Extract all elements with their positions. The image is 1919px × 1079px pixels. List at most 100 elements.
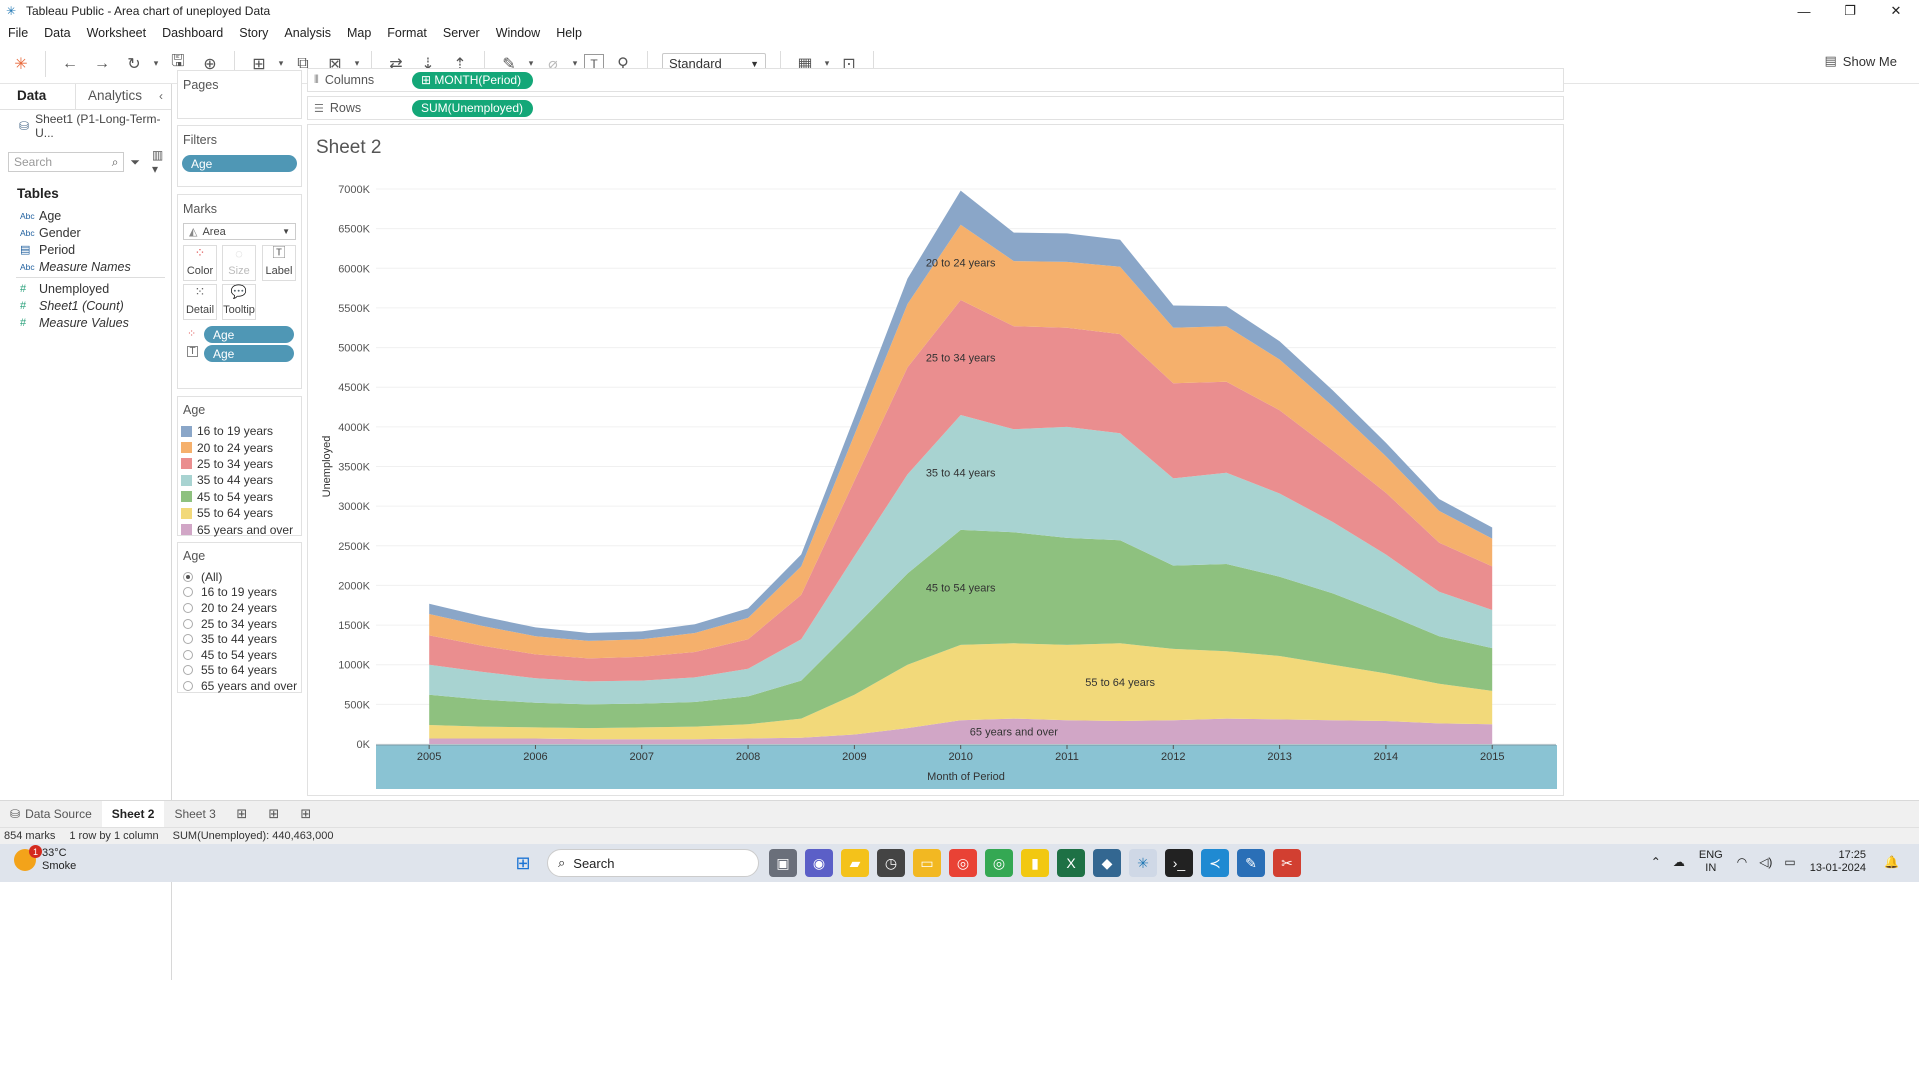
weather-widget[interactable]: 1 33°C Smoke [14, 845, 77, 873]
filter-option[interactable]: 16 to 19 years [178, 585, 301, 601]
field-measure-values[interactable]: # Measure Values [0, 314, 171, 331]
marks-color-pill-age[interactable]: Age [204, 326, 294, 343]
weather-desc: Smoke [42, 860, 77, 872]
marks-tooltip-button[interactable]: 💬 Tooltip [222, 284, 256, 320]
rows-shelf[interactable]: ☰ Rows SUM(Unemployed) [307, 96, 1564, 120]
legend-item[interactable]: 35 to 44 years [178, 472, 301, 488]
menu-window[interactable]: Window [488, 26, 548, 40]
teams-icon[interactable]: ◉ [805, 849, 833, 877]
windows-start-icon[interactable]: ⊞ [509, 849, 537, 877]
datasource-item[interactable]: ⛁ Sheet1 (P1-Long-Term-U... [0, 110, 171, 140]
menu-map[interactable]: Map [339, 26, 379, 40]
legend-item[interactable]: 16 to 19 years [178, 423, 301, 439]
undo-icon[interactable]: ← [57, 51, 83, 77]
filter-option[interactable]: 55 to 64 years [178, 663, 301, 679]
field-measure-names[interactable]: Abc Measure Names [0, 258, 171, 275]
filter-option[interactable]: (All) [178, 569, 301, 585]
battery-icon[interactable]: ▭ [1784, 855, 1795, 869]
marks-size-button[interactable]: ◌ Size [222, 245, 256, 281]
new-dashboard-tab-icon[interactable]: ⊞ [261, 801, 287, 827]
pages-card[interactable]: Pages [177, 70, 302, 119]
menu-story[interactable]: Story [231, 26, 276, 40]
legend-item[interactable]: 65 years and over [178, 521, 301, 537]
field-unemployed[interactable]: # Unemployed [0, 280, 171, 297]
postgres-icon[interactable]: ◆ [1093, 849, 1121, 877]
datasource-icon: ⛁ [10, 807, 21, 821]
language-indicator[interactable]: ENG IN [1699, 849, 1723, 875]
filter-pill-age[interactable]: Age [182, 155, 297, 172]
field-period[interactable]: ▤ Period [0, 241, 171, 258]
show-me-button[interactable]: ▤ Show Me [1825, 53, 1898, 69]
chevron-up-icon[interactable]: ⌃ [1651, 855, 1661, 869]
excel-icon[interactable]: X [1057, 849, 1085, 877]
marks-label-button[interactable]: 🅃 Label [262, 245, 296, 281]
filter-option[interactable]: 20 to 24 years [178, 600, 301, 616]
filter-fields-icon[interactable]: ⏷ [130, 155, 140, 170]
menu-file[interactable]: File [0, 26, 36, 40]
legend-item[interactable]: 55 to 64 years [178, 505, 301, 521]
task-view-icon[interactable]: ▣ [769, 849, 797, 877]
new-story-tab-icon[interactable]: ⊞ [293, 801, 319, 827]
power-bi-icon[interactable]: ▮ [1021, 849, 1049, 877]
collapse-pane-icon[interactable]: ‹ [159, 89, 163, 103]
legend-swatch [181, 474, 192, 486]
menu-data[interactable]: Data [36, 26, 78, 40]
area-chart[interactable]: 20 to 24 years 25 to 34 years 35 to 44 yea… [308, 125, 1563, 795]
file-explorer-icon[interactable]: ▭ [913, 849, 941, 877]
radio-icon [183, 571, 193, 582]
legend-item[interactable]: 20 to 24 years [178, 439, 301, 455]
tableau-taskbar-icon[interactable]: ✳ [1129, 849, 1157, 877]
filter-option[interactable]: 45 to 54 years [178, 647, 301, 663]
menu-help[interactable]: Help [548, 26, 590, 40]
field-gender[interactable]: Abc Gender [0, 224, 171, 241]
mark-type-select[interactable]: ◭ Area ▼ [183, 223, 296, 240]
menu-worksheet[interactable]: Worksheet [79, 26, 155, 40]
columns-shelf[interactable]: ⦀ Columns ⊞ MONTH(Period) [307, 68, 1564, 92]
marks-detail-button[interactable]: ⁙ Detail [183, 284, 217, 320]
new-worksheet-tab-icon[interactable]: ⊞ [229, 801, 255, 827]
taskbar-search[interactable]: ⌕ Search [547, 849, 759, 877]
field-age[interactable]: Abc Age [0, 207, 171, 224]
minimize-button[interactable]: — [1781, 0, 1827, 22]
terminal-icon[interactable]: ›_ [1165, 849, 1193, 877]
columns-pill-month-period[interactable]: ⊞ MONTH(Period) [412, 71, 533, 89]
clock[interactable]: 17:25 13-01-2024 [1810, 849, 1866, 875]
marks-color-button[interactable]: ⁘ Color [183, 245, 217, 281]
rows-pill-sum-unemployed[interactable]: SUM(Unemployed) [412, 99, 533, 117]
field-sheet1-count[interactable]: # Sheet1 (Count) [0, 297, 171, 314]
legend-item[interactable]: 45 to 54 years [178, 489, 301, 505]
tab-sheet-3[interactable]: Sheet 3 [164, 801, 225, 828]
view-options-icon[interactable]: ▥ ▾ [152, 148, 171, 176]
close-button[interactable]: ✕ [1873, 0, 1919, 22]
chrome-icon[interactable]: ◎ [949, 849, 977, 877]
tab-data[interactable]: Data [0, 84, 76, 109]
filter-option[interactable]: 35 to 44 years [178, 631, 301, 647]
tableau-home-icon[interactable]: ✳ [8, 51, 34, 77]
clock-app-icon[interactable]: ◷ [877, 849, 905, 877]
legend-item[interactable]: 25 to 34 years [178, 456, 301, 472]
onedrive-icon[interactable]: ☁ [1673, 855, 1685, 869]
filter-option[interactable]: 65 years and over [178, 678, 301, 694]
chrome-profile-icon[interactable]: ◎ [985, 849, 1013, 877]
snipping-tool-icon[interactable]: ✂ [1273, 849, 1301, 877]
notification-bell-icon[interactable]: 🔔 [1884, 855, 1899, 869]
vscode-icon[interactable]: ≺ [1201, 849, 1229, 877]
menu-server[interactable]: Server [435, 26, 488, 40]
menu-analysis[interactable]: Analysis [276, 26, 339, 40]
maximize-button[interactable]: ❐ [1827, 0, 1873, 22]
redo-icon[interactable]: → [89, 51, 115, 77]
menu-dashboard[interactable]: Dashboard [154, 26, 231, 40]
marks-label-pill-age[interactable]: Age [204, 345, 294, 362]
tab-data-source[interactable]: ⛁ Data Source [0, 801, 102, 828]
sticky-notes-icon[interactable]: ▰ [841, 849, 869, 877]
field-search-input[interactable]: Search ⌕ [8, 152, 125, 172]
tab-sheet-2[interactable]: Sheet 2 [101, 800, 165, 828]
volume-icon[interactable]: ◁) [1759, 855, 1772, 869]
replay-dropdown-icon[interactable]: ▾ [150, 51, 162, 77]
replay-icon[interactable]: ↻ [121, 51, 147, 77]
paint-icon[interactable]: ✎ [1237, 849, 1265, 877]
tab-analytics[interactable]: Analytics [76, 84, 152, 109]
filter-option[interactable]: 25 to 34 years [178, 616, 301, 632]
menu-format[interactable]: Format [379, 26, 435, 40]
wifi-icon[interactable]: ◠ [1737, 855, 1747, 869]
